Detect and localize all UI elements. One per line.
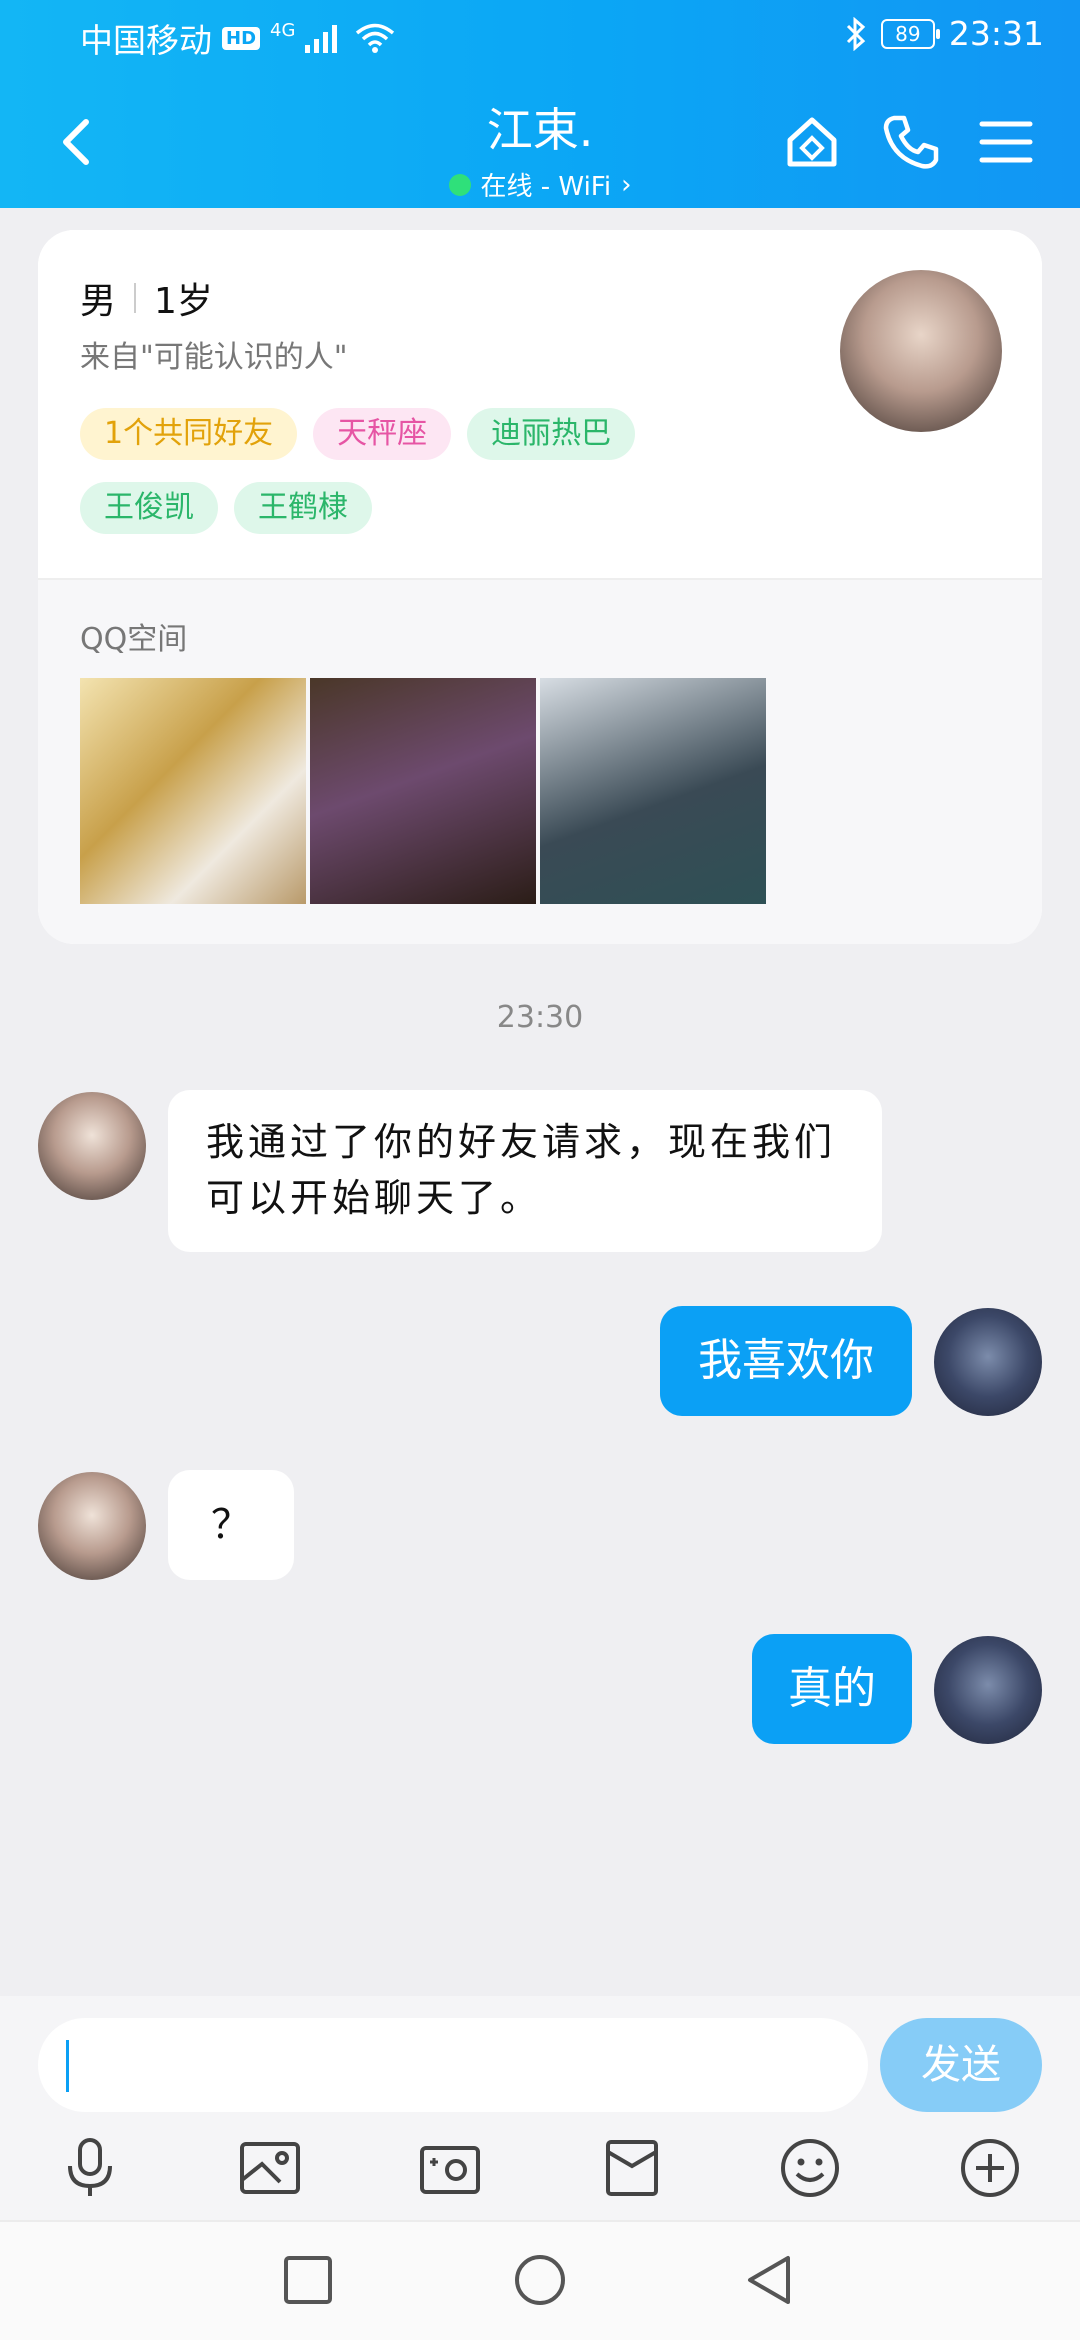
bluetooth-icon [846, 16, 866, 51]
system-navigation-bar [0, 2220, 1080, 2340]
profile-avatar[interactable] [840, 270, 1002, 432]
message-bubble[interactable]: ？ [168, 1470, 294, 1580]
hd-badge: HD [222, 26, 261, 50]
network-indicator: 4G [270, 19, 296, 41]
qq-space-section[interactable]: QQ空间 [38, 578, 1042, 944]
qq-space-title: QQ空间 [80, 622, 188, 657]
status-bar: 中国移动 HD 4G 89 23:31 [0, 0, 1080, 72]
battery-indicator: 89 [880, 18, 940, 49]
plus-icon[interactable] [958, 2136, 1022, 2200]
profile-card[interactable]: 男 1岁 来自"可能认识的人" 1个共同好友 天秤座 迪丽热巴 王俊凯 王鹤棣 … [38, 230, 1042, 944]
online-status-text: 在线 - WiFi [480, 172, 612, 202]
home-icon[interactable] [782, 112, 842, 172]
my-avatar[interactable] [934, 1636, 1042, 1744]
contact-avatar[interactable] [38, 1092, 146, 1200]
triangle-nav-icon[interactable] [742, 2252, 798, 2308]
input-toolbar [0, 2136, 1080, 2216]
tag-interest: 迪丽热巴 [467, 408, 636, 460]
clock: 23:31 [948, 14, 1044, 53]
message-bubble[interactable]: 真的 [752, 1634, 912, 1744]
message-bubble[interactable]: 我通过了你的好友请求，现在我们可以开始聊天了。 [168, 1090, 882, 1252]
send-button[interactable]: 发送 [880, 2018, 1042, 2112]
space-photo[interactable] [80, 678, 306, 904]
chat-header: 江束. 在线 - WiFi › [0, 88, 1080, 202]
carrier-text: 中国移动 [80, 21, 212, 60]
input-area: 发送 [0, 1996, 1080, 2220]
gender-age: 男 1岁 [80, 272, 213, 324]
message-timestamp: 23:30 [496, 1000, 584, 1035]
friend-source: 来自"可能认识的人" [80, 340, 348, 375]
tag-zodiac: 天秤座 [313, 408, 452, 460]
tag-interest: 王俊凯 [80, 482, 218, 534]
top-bar: 中国移动 HD 4G 89 23:31 江束. 在线 - WiFi › [0, 0, 1080, 208]
divider [134, 283, 137, 313]
wifi-icon [356, 23, 395, 53]
file-icon[interactable] [600, 2136, 664, 2200]
online-dot-icon [448, 173, 471, 196]
tag-mutual-friends[interactable]: 1个共同好友 [80, 408, 298, 460]
square-nav-icon[interactable] [280, 2252, 336, 2308]
circle-nav-icon[interactable] [512, 2252, 568, 2308]
age: 1岁 [154, 281, 213, 322]
microphone-icon[interactable] [58, 2136, 122, 2200]
tag-interest: 王鹤棣 [234, 482, 372, 534]
space-photo[interactable] [540, 678, 766, 904]
qq-space-photos [80, 678, 766, 904]
menu-icon[interactable] [976, 112, 1036, 172]
emoji-icon[interactable] [778, 2136, 842, 2200]
profile-info: 男 1岁 来自"可能认识的人" 1个共同好友 天秤座 迪丽热巴 王俊凯 王鹤棣 [38, 230, 1042, 578]
message-bubble[interactable]: 我喜欢你 [660, 1306, 912, 1416]
camera-icon[interactable] [418, 2136, 482, 2200]
contact-avatar[interactable] [38, 1472, 146, 1580]
message-input[interactable] [38, 2018, 868, 2112]
gender: 男 [80, 281, 117, 322]
space-photo[interactable] [310, 678, 536, 904]
chevron-right-icon: › [621, 169, 632, 200]
image-icon[interactable] [238, 2136, 302, 2200]
tag-list: 1个共同好友 天秤座 迪丽热巴 王俊凯 王鹤棣 [80, 408, 720, 534]
signal-icon [305, 25, 338, 53]
text-cursor [66, 2040, 69, 2092]
my-avatar[interactable] [934, 1308, 1042, 1416]
phone-icon[interactable] [880, 112, 940, 172]
